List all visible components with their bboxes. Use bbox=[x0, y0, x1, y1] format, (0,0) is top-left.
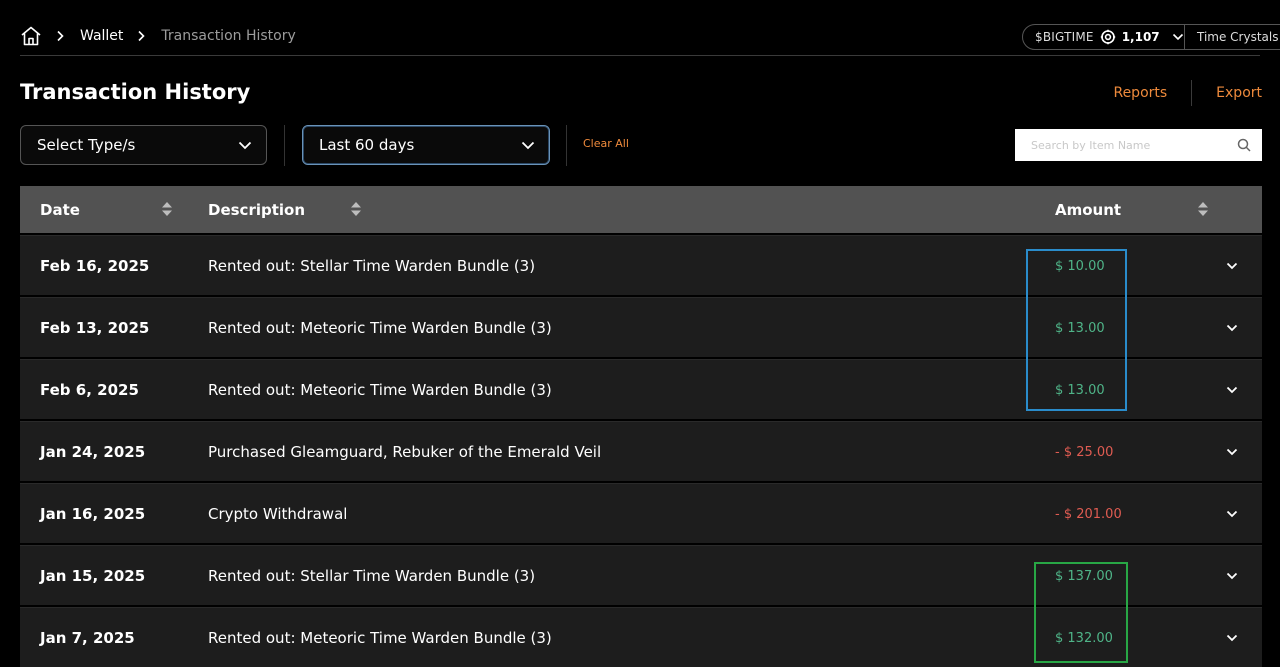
header-actions: Reports Export bbox=[1113, 80, 1262, 106]
table-row[interactable]: Feb 6, 2025 Rented out: Meteoric Time Wa… bbox=[20, 359, 1262, 419]
reports-link[interactable]: Reports bbox=[1113, 85, 1167, 101]
table-header: Date Description Amount bbox=[20, 186, 1262, 233]
time-crystals-balance[interactable]: Time Crystals bbox=[1185, 25, 1280, 49]
chevron-right-icon bbox=[48, 26, 72, 46]
bigtime-balance[interactable]: $BIGTIME 1,107 bbox=[1023, 25, 1185, 49]
column-header-date: Date bbox=[40, 200, 80, 219]
search-icon[interactable] bbox=[1236, 137, 1252, 153]
expand-chevron-icon[interactable] bbox=[1224, 630, 1240, 646]
chevron-right-icon bbox=[129, 26, 153, 46]
row-date: Jan 7, 2025 bbox=[40, 629, 135, 647]
breadcrumb-current: Transaction History bbox=[161, 28, 296, 44]
row-description: Rented out: Stellar Time Warden Bundle (… bbox=[208, 567, 536, 585]
search-box bbox=[1015, 129, 1262, 161]
row-date: Jan 24, 2025 bbox=[40, 443, 146, 461]
clear-all-button[interactable]: Clear All bbox=[583, 137, 629, 150]
table-row[interactable]: Jan 15, 2025 Rented out: Stellar Time Wa… bbox=[20, 545, 1262, 605]
row-amount: $ 137.00 bbox=[1055, 568, 1113, 584]
divider bbox=[20, 55, 1260, 56]
bigtime-balance-value: 1,107 bbox=[1121, 30, 1160, 44]
row-description: Rented out: Meteoric Time Warden Bundle … bbox=[208, 381, 552, 399]
breadcrumb-wallet-link[interactable]: Wallet bbox=[80, 28, 123, 44]
sort-icon[interactable] bbox=[350, 201, 362, 217]
row-description: Purchased Gleamguard, Rebuker of the Eme… bbox=[208, 443, 602, 461]
column-header-amount: Amount bbox=[1055, 200, 1122, 219]
divider bbox=[284, 125, 285, 166]
row-description: Rented out: Meteoric Time Warden Bundle … bbox=[208, 629, 552, 647]
table-row[interactable]: Jan 24, 2025 Purchased Gleamguard, Rebuk… bbox=[20, 421, 1262, 481]
expand-chevron-icon[interactable] bbox=[1224, 382, 1240, 398]
top-bar: Wallet Transaction History $BIGTIME 1,10… bbox=[0, 0, 1280, 56]
row-amount: $ 13.00 bbox=[1055, 382, 1105, 398]
row-description: Rented out: Meteoric Time Warden Bundle … bbox=[208, 319, 552, 337]
home-icon[interactable] bbox=[20, 25, 42, 47]
row-amount: $ 13.00 bbox=[1055, 320, 1105, 336]
wallet-balance-pill: $BIGTIME 1,107 Time Crystals bbox=[1022, 24, 1280, 50]
page-title: Transaction History bbox=[20, 80, 251, 104]
expand-chevron-icon[interactable] bbox=[1224, 444, 1240, 460]
row-amount: - $ 201.00 bbox=[1055, 506, 1122, 522]
expand-chevron-icon[interactable] bbox=[1224, 568, 1240, 584]
row-amount: $ 132.00 bbox=[1055, 630, 1113, 646]
divider bbox=[1191, 80, 1193, 106]
row-date: Feb 13, 2025 bbox=[40, 319, 150, 337]
export-link[interactable]: Export bbox=[1216, 85, 1262, 101]
row-date: Feb 6, 2025 bbox=[40, 381, 139, 399]
expand-chevron-icon[interactable] bbox=[1224, 320, 1240, 336]
chevron-down-icon bbox=[238, 141, 252, 149]
expand-chevron-icon[interactable] bbox=[1224, 506, 1240, 522]
divider bbox=[566, 125, 567, 166]
breadcrumb: Wallet Transaction History bbox=[20, 24, 296, 48]
table-row[interactable]: Feb 13, 2025 Rented out: Meteoric Time W… bbox=[20, 297, 1262, 357]
sort-icon[interactable] bbox=[1197, 201, 1209, 217]
expand-chevron-icon[interactable] bbox=[1224, 258, 1240, 274]
sort-icon[interactable] bbox=[161, 201, 173, 217]
chevron-down-icon[interactable] bbox=[1172, 30, 1184, 44]
currency-label: $BIGTIME bbox=[1035, 30, 1094, 44]
row-amount: - $ 25.00 bbox=[1055, 444, 1114, 460]
table-row[interactable]: Jan 16, 2025 Crypto Withdrawal - $ 201.0… bbox=[20, 483, 1262, 543]
column-header-description: Description bbox=[208, 200, 306, 219]
table-row[interactable]: Jan 7, 2025 Rented out: Meteoric Time Wa… bbox=[20, 607, 1262, 667]
transactions-table: Date Description Amount Feb 16, 2025 Ren… bbox=[20, 186, 1262, 667]
row-date: Jan 16, 2025 bbox=[40, 505, 146, 523]
date-range-select[interactable]: Last 60 days bbox=[302, 125, 550, 165]
type-select-value: Select Type/s bbox=[37, 136, 136, 154]
row-date: Feb 16, 2025 bbox=[40, 257, 150, 275]
row-date: Jan 15, 2025 bbox=[40, 567, 146, 585]
chevron-down-icon bbox=[521, 141, 535, 149]
search-input[interactable] bbox=[1031, 138, 1236, 152]
row-description: Crypto Withdrawal bbox=[208, 505, 348, 523]
row-amount: $ 10.00 bbox=[1055, 258, 1105, 274]
table-row[interactable]: Feb 16, 2025 Rented out: Stellar Time Wa… bbox=[20, 235, 1262, 295]
bigtime-coin-icon bbox=[1100, 29, 1116, 45]
type-select[interactable]: Select Type/s bbox=[20, 125, 267, 165]
row-description: Rented out: Stellar Time Warden Bundle (… bbox=[208, 257, 536, 275]
date-range-value: Last 60 days bbox=[319, 136, 415, 154]
table-body: Feb 16, 2025 Rented out: Stellar Time Wa… bbox=[20, 235, 1262, 667]
